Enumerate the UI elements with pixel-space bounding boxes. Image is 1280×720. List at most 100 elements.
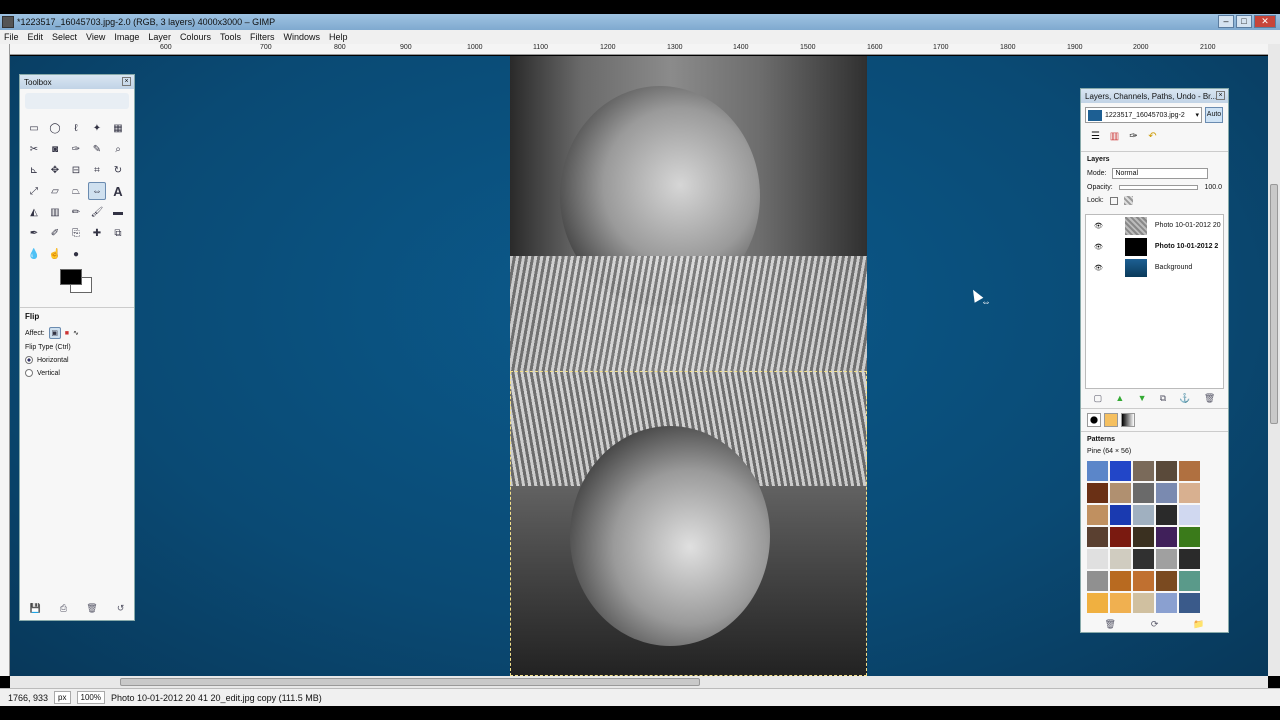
ink-icon[interactable]: ✐ [46, 224, 64, 242]
dock-title-bar[interactable]: Layers, Channels, Paths, Undo - Br... × [1081, 89, 1228, 103]
bucket-fill-icon[interactable]: ◭ [25, 203, 43, 221]
pattern-swatch[interactable] [1179, 593, 1200, 613]
pattern-swatch[interactable] [1179, 505, 1200, 525]
radio-vertical[interactable] [25, 369, 33, 377]
scale-icon[interactable]: ⤢ [25, 182, 43, 200]
restore-options-icon[interactable]: ⎙ [60, 603, 67, 614]
airbrush-icon[interactable]: ✒ [25, 224, 43, 242]
eye-icon[interactable]: 👁 [1094, 222, 1103, 230]
affect-path-icon[interactable]: ∿ [73, 329, 79, 337]
zoom-select[interactable]: 100% [76, 691, 105, 704]
close-icon[interactable]: ✕ [1254, 15, 1276, 28]
affect-selection-icon[interactable]: ■ [65, 330, 69, 337]
menu-view[interactable]: View [86, 32, 105, 42]
layer-row[interactable]: 👁 Photo 10-01-2012 20 [1086, 215, 1223, 236]
reset-options-icon[interactable]: ↺ [117, 603, 125, 614]
tab-channels-icon[interactable]: ▥ [1106, 131, 1123, 147]
menu-filters[interactable]: Filters [250, 32, 275, 42]
fuzzy-select-icon[interactable]: ✦ [88, 119, 106, 137]
layer-row[interactable]: 👁 Photo 10-01-2012 2 [1086, 236, 1223, 257]
horizontal-ruler[interactable]: 600 700 800 900 1000 1100 1200 1300 1400… [10, 44, 1268, 55]
zoom-icon[interactable]: ⌕ [109, 140, 127, 158]
menu-windows[interactable]: Windows [283, 32, 320, 42]
pattern-swatch[interactable] [1110, 483, 1131, 503]
layer-row[interactable]: 👁 Background [1086, 257, 1223, 278]
tab-brushes-icon[interactable] [1087, 413, 1101, 427]
menu-file[interactable]: File [4, 32, 19, 42]
paintbrush-icon[interactable]: 🖌 [88, 203, 106, 221]
lower-layer-icon[interactable]: ▼ [1138, 393, 1147, 404]
refresh-patterns-icon[interactable]: ⟳ [1151, 619, 1159, 630]
pattern-swatch[interactable] [1179, 571, 1200, 591]
delete-options-icon[interactable]: 🗑 [86, 603, 97, 614]
pattern-swatch[interactable] [1156, 527, 1177, 547]
clone-icon[interactable]: ⎘ [67, 224, 85, 242]
pattern-swatch[interactable] [1110, 505, 1131, 525]
pattern-swatch[interactable] [1179, 483, 1200, 503]
shear-icon[interactable]: ▱ [46, 182, 64, 200]
tab-patterns-icon[interactable] [1104, 413, 1118, 427]
scissors-icon[interactable]: ✂ [25, 140, 43, 158]
perspective-clone-icon[interactable]: ⧉ [109, 224, 127, 242]
eye-icon[interactable]: 👁 [1094, 243, 1103, 251]
pattern-swatch[interactable] [1156, 483, 1177, 503]
auto-button[interactable]: Auto [1205, 107, 1223, 123]
affect-layer-icon[interactable]: ▣ [48, 327, 61, 339]
vertical-scrollbar[interactable] [1268, 44, 1280, 676]
toolbox-title-bar[interactable]: Toolbox × [20, 75, 134, 89]
anchor-layer-icon[interactable]: ⚓ [1179, 393, 1190, 404]
align-icon[interactable]: ⊟ [67, 161, 85, 179]
pattern-swatch[interactable] [1133, 571, 1154, 591]
pattern-swatch[interactable] [1156, 549, 1177, 569]
rotate-icon[interactable]: ↻ [109, 161, 127, 179]
pattern-swatch[interactable] [1110, 593, 1131, 613]
menu-edit[interactable]: Edit [28, 32, 44, 42]
chevron-down-icon[interactable]: ▾ [1195, 111, 1199, 119]
pattern-swatch[interactable] [1087, 549, 1108, 569]
pattern-swatch[interactable] [1087, 483, 1108, 503]
paths-icon[interactable]: ✑ [67, 140, 85, 158]
maximize-icon[interactable]: □ [1236, 15, 1252, 28]
pattern-swatch[interactable] [1087, 505, 1108, 525]
lock-pixels-checkbox[interactable] [1109, 196, 1118, 205]
smudge-icon[interactable]: ☝ [46, 245, 64, 263]
close-icon[interactable]: × [1216, 91, 1225, 100]
pattern-swatch[interactable] [1156, 593, 1177, 613]
pattern-swatch[interactable] [1133, 505, 1154, 525]
eraser-icon[interactable]: ▬ [109, 203, 127, 221]
pattern-swatch[interactable] [1110, 461, 1131, 481]
opacity-value[interactable]: 100.0 [1204, 184, 1222, 191]
delete-pattern-icon[interactable]: 🗑 [1104, 619, 1115, 630]
pattern-swatch[interactable] [1087, 461, 1108, 481]
pattern-swatch[interactable] [1087, 593, 1108, 613]
pattern-swatch[interactable] [1179, 527, 1200, 547]
by-color-select-icon[interactable]: ▦ [109, 119, 127, 137]
pattern-swatch[interactable] [1110, 571, 1131, 591]
rect-select-icon[interactable]: ▭ [25, 119, 43, 137]
pattern-swatch[interactable] [1133, 527, 1154, 547]
pattern-swatch[interactable] [1179, 549, 1200, 569]
flip-vertical-option[interactable]: Vertical [25, 369, 129, 377]
pattern-swatch[interactable] [1133, 483, 1154, 503]
radio-horizontal[interactable] [25, 356, 33, 364]
flip-icon[interactable]: ⇔ [88, 182, 106, 200]
perspective-icon[interactable]: ⏢ [67, 182, 85, 200]
minimize-icon[interactable]: – [1218, 15, 1234, 28]
menu-image[interactable]: Image [114, 32, 139, 42]
free-select-icon[interactable]: ℓ [67, 119, 85, 137]
blend-icon[interactable]: ▥ [46, 203, 64, 221]
dodge-burn-icon[interactable]: ● [67, 245, 85, 263]
heal-icon[interactable]: ✚ [88, 224, 106, 242]
tab-paths-icon[interactable]: ✑ [1125, 131, 1142, 147]
pattern-swatch[interactable] [1133, 461, 1154, 481]
foreground-color-swatch[interactable] [60, 269, 82, 285]
pattern-swatch[interactable] [1156, 461, 1177, 481]
open-pattern-folder-icon[interactable]: 📁 [1193, 619, 1204, 630]
pattern-swatch[interactable] [1133, 593, 1154, 613]
duplicate-layer-icon[interactable]: ⧉ [1160, 393, 1166, 404]
raise-layer-icon[interactable]: ▲ [1115, 393, 1124, 404]
tab-layers-icon[interactable]: ☰ [1087, 131, 1104, 147]
pattern-swatch[interactable] [1156, 571, 1177, 591]
wilber-drop-area[interactable] [25, 93, 129, 109]
blur-icon[interactable]: 💧 [25, 245, 43, 263]
